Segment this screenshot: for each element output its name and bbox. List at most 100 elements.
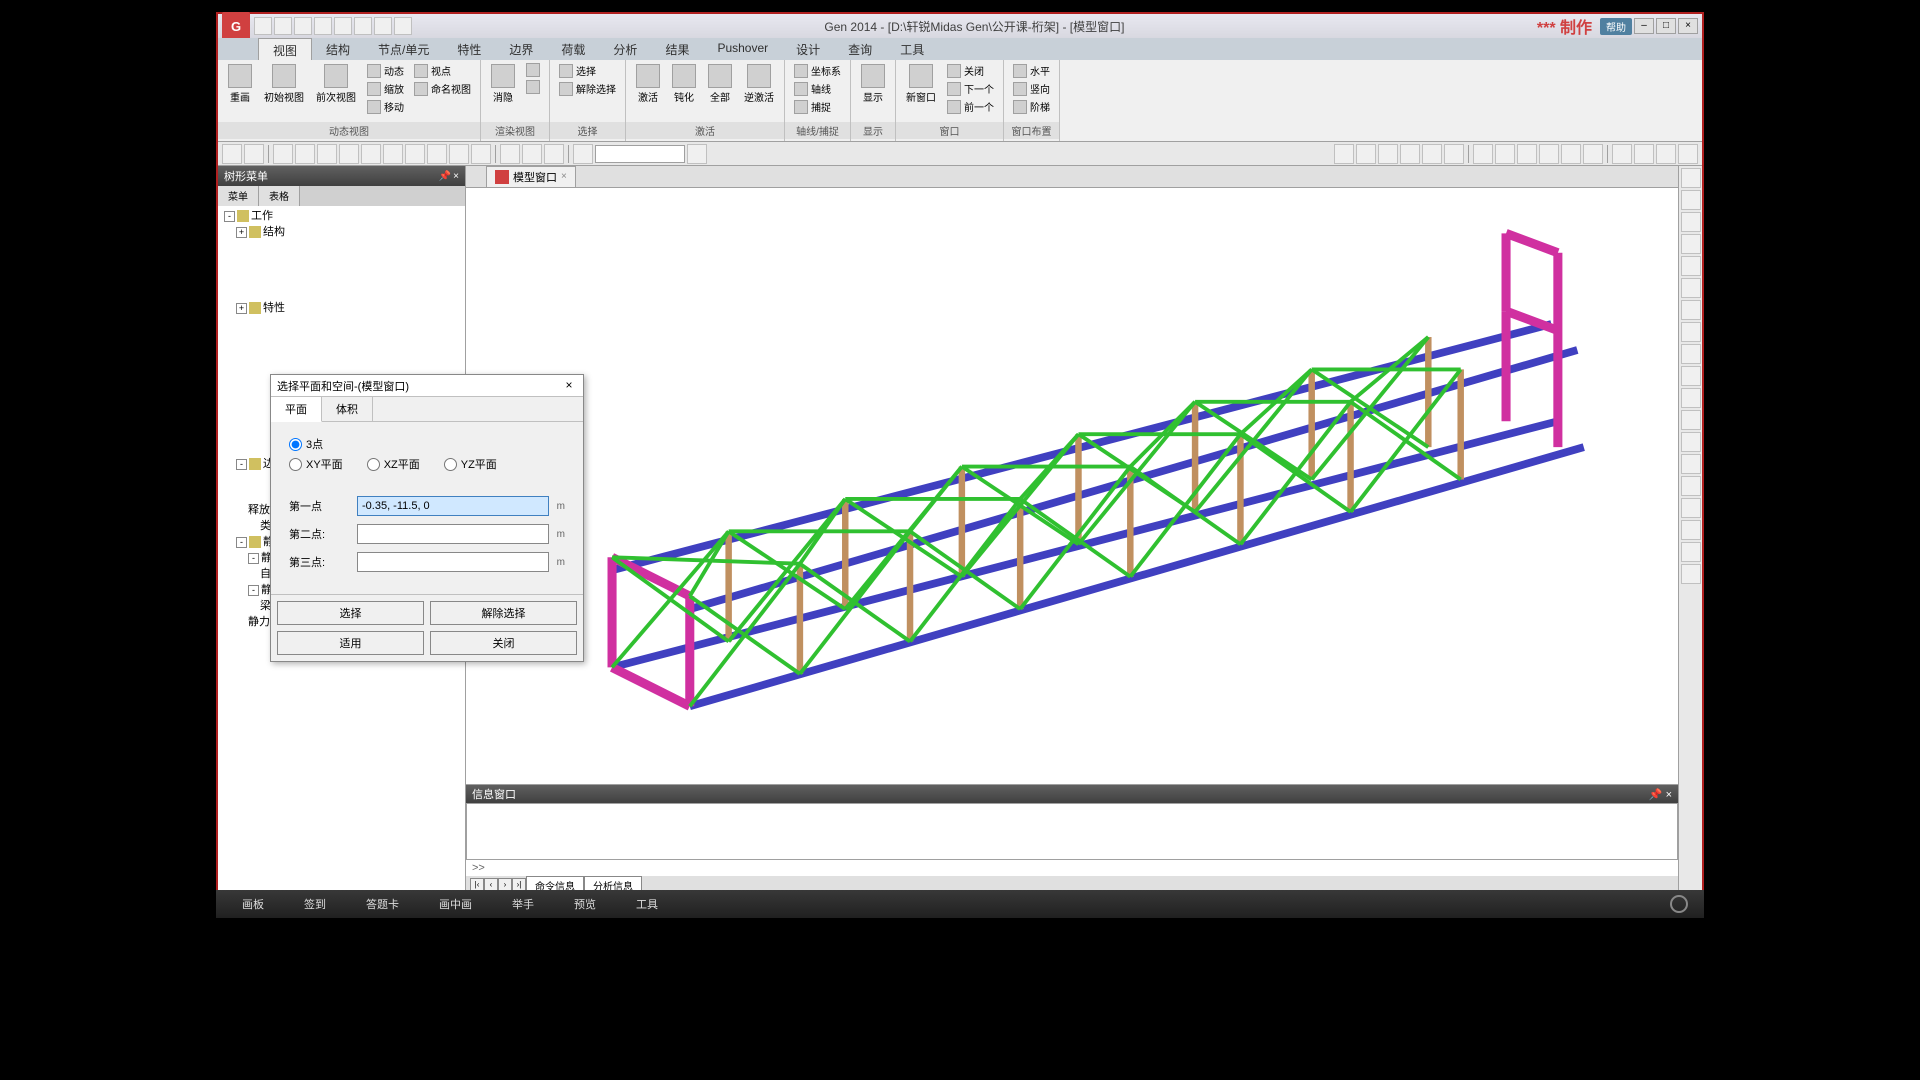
horizontal-button[interactable]: 水平 [1010, 62, 1053, 79]
tab-structure[interactable]: 结构 [312, 38, 364, 60]
tab-pushover[interactable]: Pushover [703, 38, 782, 60]
ucs-button[interactable]: 坐标系 [791, 62, 844, 79]
input-point3[interactable] [357, 552, 549, 572]
new-window-button[interactable]: 新窗口 [902, 62, 940, 106]
qb-r13-icon[interactable] [1612, 144, 1632, 164]
qat-redo-icon[interactable] [334, 17, 352, 35]
qat-new-icon[interactable] [254, 17, 272, 35]
vertical-button[interactable]: 竖向 [1010, 80, 1053, 97]
select-button[interactable]: 选择 [556, 62, 619, 79]
initial-view-button[interactable]: 初始视图 [260, 62, 308, 106]
qb-r16-icon[interactable] [1678, 144, 1698, 164]
dialog-close-button[interactable]: × [561, 378, 577, 394]
tb-preview[interactable]: 预览 [564, 893, 606, 915]
rtb-16-icon[interactable] [1681, 498, 1701, 518]
qb-r15-icon[interactable] [1656, 144, 1676, 164]
tab-design[interactable]: 设计 [782, 38, 834, 60]
qb-tool2-icon[interactable] [295, 144, 315, 164]
viewport-tab-close-icon[interactable]: × [561, 171, 567, 182]
close-window-button[interactable]: 关闭 [944, 62, 997, 79]
rtb-12-icon[interactable] [1681, 410, 1701, 430]
unselect-button[interactable]: 解除选择 [430, 601, 577, 625]
qb-tool6-icon[interactable] [383, 144, 403, 164]
rtb-3-icon[interactable] [1681, 212, 1701, 232]
zoom-button[interactable]: 缩放 [364, 80, 407, 97]
qat-zoom-icon[interactable] [374, 17, 392, 35]
qb-tool5-icon[interactable] [361, 144, 381, 164]
unselect-button[interactable]: 解除选择 [556, 80, 619, 97]
tb-pip[interactable]: 画中画 [429, 893, 482, 915]
help-button[interactable]: 帮助 [1600, 18, 1632, 35]
deactivate-button[interactable]: 钝化 [668, 62, 700, 106]
qb-tool4-icon[interactable] [339, 144, 359, 164]
tb-signin[interactable]: 签到 [294, 893, 336, 915]
tab-query[interactable]: 查询 [834, 38, 886, 60]
qb-tool10-icon[interactable] [471, 144, 491, 164]
rtb-15-icon[interactable] [1681, 476, 1701, 496]
qb-r7-icon[interactable] [1473, 144, 1493, 164]
prev-view-button[interactable]: 前次视图 [312, 62, 360, 106]
activate-button[interactable]: 激活 [632, 62, 664, 106]
qb-r4-icon[interactable] [1400, 144, 1420, 164]
info-close-icon[interactable]: × [1666, 789, 1672, 801]
tree-tab-menu[interactable]: 菜单 [218, 186, 259, 206]
qb-tool7-icon[interactable] [405, 144, 425, 164]
qb-tool8-icon[interactable] [427, 144, 447, 164]
rtb-19-icon[interactable] [1681, 564, 1701, 584]
qb-r14-icon[interactable] [1634, 144, 1654, 164]
dialog-tab-plane[interactable]: 平面 [271, 397, 322, 422]
hidden-button[interactable]: 消隐 [487, 62, 519, 106]
rtb-8-icon[interactable] [1681, 322, 1701, 342]
qat-print-icon[interactable] [354, 17, 372, 35]
tab-property[interactable]: 特性 [443, 38, 495, 60]
named-view-button[interactable]: 命名视图 [411, 80, 474, 97]
rtb-14-icon[interactable] [1681, 454, 1701, 474]
select-button[interactable]: 选择 [277, 601, 424, 625]
dialog-tab-volume[interactable]: 体积 [322, 397, 373, 421]
radio-xy[interactable]: XY平面 [289, 456, 343, 472]
qb-r8-icon[interactable] [1495, 144, 1515, 164]
snap-button[interactable]: 捕捉 [791, 98, 844, 115]
rtb-17-icon[interactable] [1681, 520, 1701, 540]
input-point1[interactable] [357, 496, 549, 516]
qb-r12-icon[interactable] [1583, 144, 1603, 164]
radio-3point[interactable]: 3点 [289, 436, 323, 452]
tb-raise[interactable]: 举手 [502, 893, 544, 915]
apply-button[interactable]: 适用 [277, 631, 424, 655]
move-button[interactable]: 移动 [364, 98, 407, 115]
rtb-9-icon[interactable] [1681, 344, 1701, 364]
qb-tool15-icon[interactable] [687, 144, 707, 164]
qb-tool14-icon[interactable] [573, 144, 593, 164]
tb-canvas[interactable]: 画板 [232, 893, 274, 915]
dynamic-button[interactable]: 动态 [364, 62, 407, 79]
tab-tools[interactable]: 工具 [886, 38, 938, 60]
qb-undo-icon[interactable] [222, 144, 242, 164]
maximize-button[interactable]: □ [1656, 18, 1676, 34]
rtb-10-icon[interactable] [1681, 366, 1701, 386]
info-prompt[interactable]: >> [466, 860, 1678, 876]
tab-boundary[interactable]: 边界 [495, 38, 547, 60]
tab-result[interactable]: 结果 [651, 38, 703, 60]
qb-tool13-icon[interactable] [544, 144, 564, 164]
cascade-button[interactable]: 阶梯 [1010, 98, 1053, 115]
tb-answer[interactable]: 答题卡 [356, 893, 409, 915]
info-body[interactable] [466, 803, 1678, 860]
tab-view[interactable]: 视图 [258, 38, 312, 60]
input-point2[interactable] [357, 524, 549, 544]
minimize-button[interactable]: – [1634, 18, 1654, 34]
render-opt2-button[interactable] [523, 79, 543, 95]
rtb-13-icon[interactable] [1681, 432, 1701, 452]
tb-tools[interactable]: 工具 [626, 893, 668, 915]
rtb-18-icon[interactable] [1681, 542, 1701, 562]
qb-tool3-icon[interactable] [317, 144, 337, 164]
axis-button[interactable]: 轴线 [791, 80, 844, 97]
qat-save-icon[interactable] [294, 17, 312, 35]
qb-r6-icon[interactable] [1444, 144, 1464, 164]
qb-r9-icon[interactable] [1517, 144, 1537, 164]
qb-r10-icon[interactable] [1539, 144, 1559, 164]
rtb-11-icon[interactable] [1681, 388, 1701, 408]
qat-undo-icon[interactable] [314, 17, 332, 35]
rtb-7-icon[interactable] [1681, 300, 1701, 320]
all-button[interactable]: 全部 [704, 62, 736, 106]
rtb-5-icon[interactable] [1681, 256, 1701, 276]
